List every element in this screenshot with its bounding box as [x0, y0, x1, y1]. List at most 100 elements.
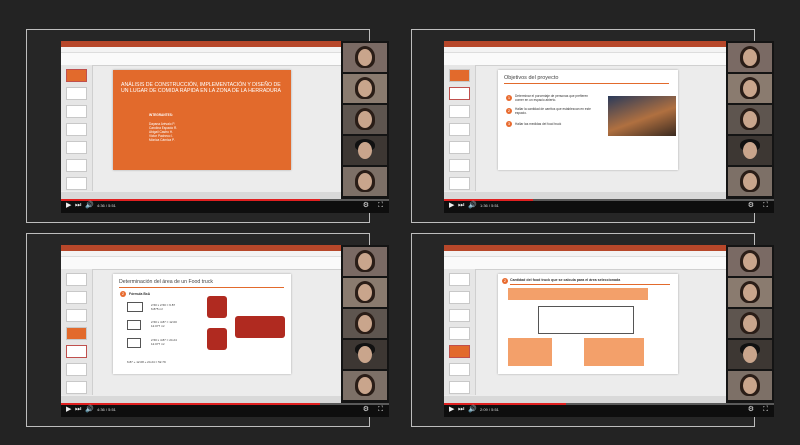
- slide-thumbnail[interactable]: [66, 345, 87, 358]
- progress-bar[interactable]: [444, 199, 774, 201]
- video-panel-2[interactable]: Objetivos del proyecto 1 Determinar el p…: [411, 29, 774, 223]
- next-icon[interactable]: ⏭: [75, 406, 81, 414]
- slide-thumbnail[interactable]: [449, 69, 470, 82]
- volume-icon[interactable]: 🔊: [468, 202, 477, 210]
- slide-thumbnails: [61, 269, 93, 395]
- next-icon[interactable]: ⏭: [458, 406, 464, 414]
- member-name: Mónica Cárnica P.: [149, 138, 175, 142]
- video-player[interactable]: 2 Cantidad del food truck que se calcula…: [444, 245, 774, 417]
- slide-thumbnail[interactable]: [449, 345, 470, 358]
- slide-thumbnail[interactable]: [66, 159, 87, 172]
- play-icon[interactable]: ▶: [449, 406, 454, 414]
- red-truck-front: [207, 296, 227, 318]
- participant-video: [728, 167, 772, 196]
- ribbon-toolbar: [61, 53, 341, 66]
- fullscreen-icon[interactable]: ⛶: [763, 202, 768, 210]
- slide-thumbnail[interactable]: [66, 327, 87, 340]
- participant-video: [728, 247, 772, 276]
- video-player[interactable]: Objetivos del proyecto 1 Determinar el p…: [444, 41, 774, 213]
- participant-video: [728, 136, 772, 165]
- slide-thumbnail[interactable]: [449, 87, 470, 100]
- slide-thumbnail[interactable]: [66, 141, 87, 154]
- video-player[interactable]: ANÁLISIS DE CONSTRUCCIÓN, IMPLEMENTACIÓN…: [61, 41, 389, 213]
- player-controls: ▶ ⏭ 🔊 1:36 / 5:51 ⚙ ⛶: [444, 199, 774, 213]
- fullscreen-icon[interactable]: ⛶: [763, 406, 768, 414]
- slide-thumbnail[interactable]: [449, 327, 470, 340]
- slide-thumbnail[interactable]: [449, 105, 470, 118]
- play-icon[interactable]: ▶: [66, 406, 71, 414]
- settings-icon[interactable]: ⚙: [363, 202, 369, 210]
- slide-thumbnail[interactable]: [449, 177, 470, 190]
- participant-video: [728, 309, 772, 338]
- powerpoint-window: Objetivos del proyecto 1 Determinar el p…: [444, 41, 726, 199]
- formula: 2.50 x 4.87 = 12.00 12.077 m²: [151, 320, 177, 328]
- slide-thumbnail[interactable]: [66, 177, 87, 190]
- settings-icon[interactable]: ⚙: [363, 406, 369, 414]
- formula: 2.50 x 4.87 = 24.24 12.077 m²: [151, 338, 177, 346]
- slide-thumbnail[interactable]: [66, 87, 87, 100]
- slide-thumbnail[interactable]: [449, 273, 470, 286]
- slide-thumbnail[interactable]: [66, 363, 87, 376]
- progress-bar[interactable]: [61, 403, 389, 405]
- play-icon[interactable]: ▶: [449, 202, 454, 210]
- fullscreen-icon[interactable]: ⛶: [378, 406, 383, 414]
- total-formula: 6.87 + 12.08 + 24.24 = 52.79: [127, 360, 166, 364]
- powerpoint-window: 2 Cantidad del food truck que se calcula…: [444, 245, 726, 403]
- participant-video: [728, 278, 772, 307]
- video-panel-4[interactable]: 2 Cantidad del food truck que se calcula…: [411, 233, 774, 427]
- volume-icon[interactable]: 🔊: [85, 202, 94, 210]
- video-panel-3[interactable]: Determinación del área de un Food truck …: [26, 233, 389, 427]
- progress-bar[interactable]: [61, 199, 389, 201]
- progress-bar[interactable]: [444, 403, 774, 405]
- slide-thumbnail[interactable]: [66, 381, 87, 394]
- participant-video: [343, 167, 387, 196]
- slide-thumbnail[interactable]: [449, 123, 470, 136]
- slide-thumbnail[interactable]: [449, 159, 470, 172]
- participant-video: [343, 74, 387, 103]
- slide-title: ANÁLISIS DE CONSTRUCCIÓN, IMPLEMENTACIÓN…: [121, 82, 281, 94]
- slide-thumbnails: [444, 65, 476, 191]
- red-truck-side: [235, 316, 285, 338]
- time-display: 2:09 / 5:51: [480, 407, 499, 412]
- current-slide: ANÁLISIS DE CONSTRUCCIÓN, IMPLEMENTACIÓN…: [113, 70, 291, 170]
- volume-icon[interactable]: 🔊: [85, 406, 94, 414]
- slide-thumbnail[interactable]: [449, 363, 470, 376]
- slide-thumbnail[interactable]: [449, 309, 470, 322]
- participant-video: [343, 136, 387, 165]
- participant-video: [728, 43, 772, 72]
- time-display: 1:36 / 5:51: [480, 203, 499, 208]
- result-box: [508, 338, 552, 366]
- slide-thumbnail[interactable]: [449, 291, 470, 304]
- slide-thumbnail[interactable]: [66, 123, 87, 136]
- player-controls: ▶ ⏭ 🔊 4:36 / 5:51 ⚙ ⛶: [61, 199, 389, 213]
- slide-thumbnail[interactable]: [66, 309, 87, 322]
- slide-thumbnails: [61, 65, 93, 191]
- player-controls: ▶ ⏭ 🔊 4:36 / 5:51 ⚙ ⛶: [61, 403, 389, 417]
- next-icon[interactable]: ⏭: [458, 202, 464, 210]
- slide-thumbnail[interactable]: [66, 105, 87, 118]
- time-display: 4:36 / 5:51: [97, 407, 116, 412]
- next-icon[interactable]: ⏭: [75, 202, 81, 210]
- result-box: [584, 338, 644, 366]
- participant-cameras: [726, 245, 774, 403]
- slide-thumbnail[interactable]: [66, 273, 87, 286]
- participant-video: [343, 309, 387, 338]
- objective-item: Hallar las medidas del food truck: [515, 122, 562, 126]
- slide-thumbnail[interactable]: [66, 291, 87, 304]
- current-slide: Determinación del área de un Food truck …: [113, 274, 291, 374]
- settings-icon[interactable]: ⚙: [748, 202, 754, 210]
- slide-thumbnail[interactable]: [449, 141, 470, 154]
- participant-cameras: [341, 41, 389, 199]
- current-slide: Objetivos del proyecto 1 Determinar el p…: [498, 70, 678, 170]
- truck-side-diagram: [127, 338, 141, 348]
- formula: 2.50 x 2.50 = 6.87 6.875 m²: [151, 303, 176, 311]
- fullscreen-icon[interactable]: ⛶: [378, 202, 383, 210]
- volume-icon[interactable]: 🔊: [468, 406, 477, 414]
- play-icon[interactable]: ▶: [66, 202, 71, 210]
- slide-thumbnail[interactable]: [66, 69, 87, 82]
- participant-cameras: [341, 245, 389, 403]
- video-player[interactable]: Determinación del área de un Food truck …: [61, 245, 389, 417]
- settings-icon[interactable]: ⚙: [748, 406, 754, 414]
- slide-thumbnail[interactable]: [449, 381, 470, 394]
- video-panel-1[interactable]: ANÁLISIS DE CONSTRUCCIÓN, IMPLEMENTACIÓN…: [26, 29, 389, 223]
